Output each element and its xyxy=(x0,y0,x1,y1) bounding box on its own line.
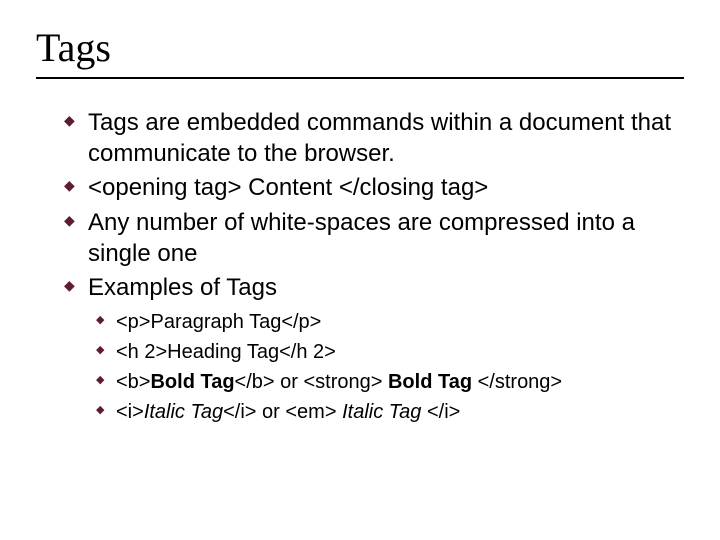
title-underline xyxy=(36,77,684,79)
slide: Tags Tags are embedded commands within a… xyxy=(0,0,720,540)
sub-bullet-item: <h 2>Heading Tag</h 2> xyxy=(96,339,684,366)
bullet-item: Any number of white-spaces are compresse… xyxy=(64,207,684,269)
sub-bullet-list: <p>Paragraph Tag</p> <h 2>Heading Tag</h… xyxy=(96,309,684,426)
sub-bullet-item: <i>Italic Tag</i> or <em> Italic Tag </i… xyxy=(96,399,684,426)
bullet-item: Examples of Tags xyxy=(64,272,684,303)
main-bullet-list: Tags are embedded commands within a docu… xyxy=(64,107,684,303)
bullet-item: <opening tag> Content </closing tag> xyxy=(64,172,684,203)
slide-title: Tags xyxy=(36,24,684,71)
sub-bullet-item: <b>Bold Tag</b> or <strong> Bold Tag </s… xyxy=(96,369,684,396)
sub-bullet-item: <p>Paragraph Tag</p> xyxy=(96,309,684,336)
bullet-item: Tags are embedded commands within a docu… xyxy=(64,107,684,169)
